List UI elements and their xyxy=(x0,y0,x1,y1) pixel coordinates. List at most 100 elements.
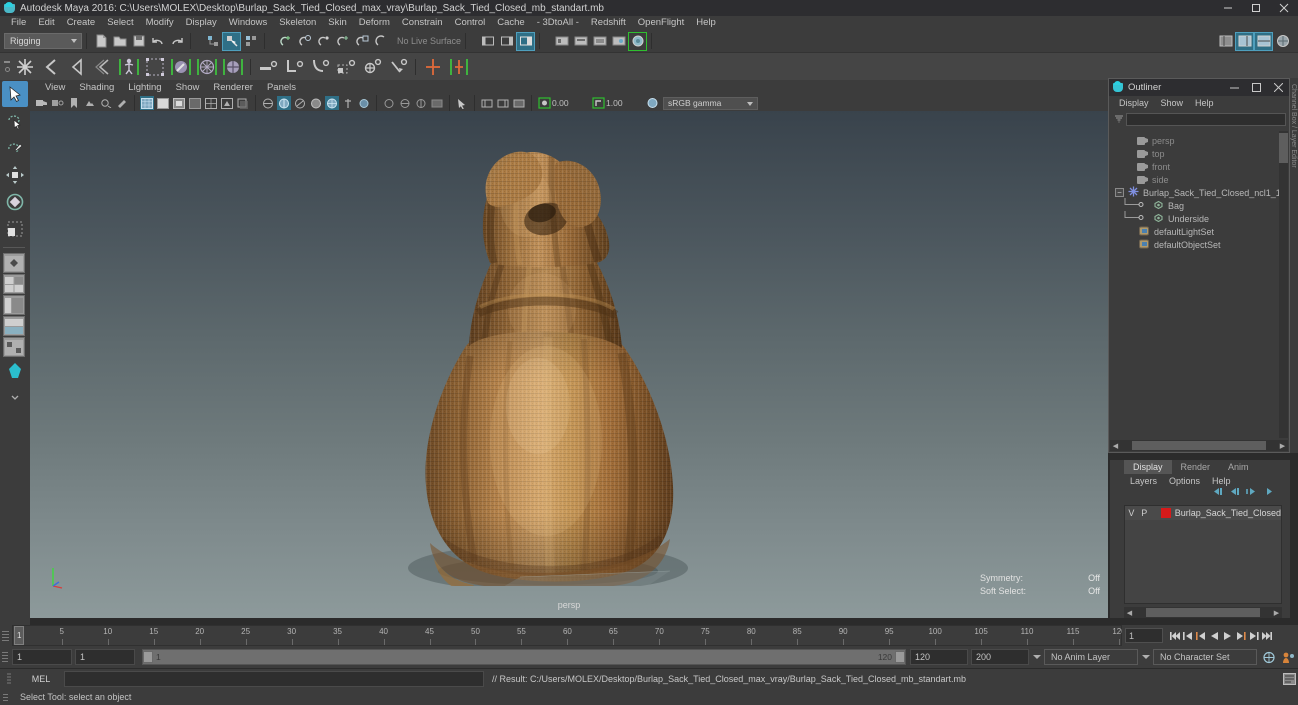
scrollbar-thumb[interactable] xyxy=(1132,441,1266,450)
layer-menu-help[interactable]: Help xyxy=(1206,474,1237,488)
menu-constrain[interactable]: Constrain xyxy=(396,16,449,30)
layer-menu-options[interactable]: Options xyxy=(1163,474,1206,488)
render-current-frame-icon[interactable] xyxy=(553,33,570,50)
chevron-down-icon[interactable] xyxy=(1141,654,1151,660)
texture-filtering-icon[interactable] xyxy=(341,96,355,110)
outliner-menu-show[interactable]: Show xyxy=(1155,96,1190,110)
pole-vector-constraint-icon[interactable] xyxy=(386,55,410,79)
layout-single-perspective-icon[interactable] xyxy=(3,253,25,273)
scroll-right-icon[interactable]: ▶ xyxy=(1277,440,1288,451)
close-button[interactable] xyxy=(1270,0,1298,16)
menu-select[interactable]: Select xyxy=(101,16,139,30)
outliner-item-top[interactable]: top xyxy=(1109,147,1279,160)
viewport-menu-renderer[interactable]: Renderer xyxy=(206,81,260,95)
menu-skin[interactable]: Skin xyxy=(322,16,352,30)
viewport-menu-lighting[interactable]: Lighting xyxy=(121,81,168,95)
layer-visibility-toggle[interactable]: V xyxy=(1125,508,1138,518)
menu-redshift[interactable]: Redshift xyxy=(585,16,632,30)
toggle-film-gate-icon[interactable] xyxy=(414,96,428,110)
menu-openflight[interactable]: OpenFlight xyxy=(632,16,690,30)
outliner-item-underside[interactable]: Underside xyxy=(1109,211,1279,225)
outliner-minimize-button[interactable] xyxy=(1223,79,1245,96)
menu-3dtoall[interactable]: - 3DtoAll - xyxy=(531,16,585,30)
make-live-icon[interactable] xyxy=(373,33,390,50)
camera-attributes-icon[interactable] xyxy=(51,96,65,110)
3d-viewport[interactable]: persp Symmetry: Off Soft Select: Off xyxy=(30,111,1108,618)
exposure-value[interactable]: 0.00 xyxy=(552,97,586,109)
menu-cache[interactable]: Cache xyxy=(491,16,530,30)
create-layer-from-selected-icon[interactable] xyxy=(1263,487,1274,499)
expand-collapse-icon[interactable]: − xyxy=(1115,188,1124,197)
minimize-button[interactable] xyxy=(1214,0,1242,16)
cluster-deformer-icon[interactable] xyxy=(221,55,245,79)
color-space-icon[interactable] xyxy=(645,96,659,110)
lighting-use-all-icon[interactable] xyxy=(220,96,234,110)
layer-list[interactable]: V P Burlap_Sack_Tied_Closed xyxy=(1124,505,1282,604)
animation-end-time-field[interactable]: 200 xyxy=(971,649,1029,665)
new-scene-icon[interactable] xyxy=(92,33,109,50)
step-forward-frame-icon[interactable] xyxy=(1234,628,1247,644)
outliner-close-button[interactable] xyxy=(1267,79,1289,96)
mirror-joint-icon[interactable] xyxy=(421,55,445,79)
tab-render[interactable]: Render xyxy=(1171,460,1220,474)
snap-point-icon[interactable] xyxy=(316,33,333,50)
menu-modify[interactable]: Modify xyxy=(140,16,180,30)
menu-deform[interactable]: Deform xyxy=(353,16,396,30)
go-to-end-icon[interactable] xyxy=(1260,628,1273,644)
show-attribute-editor-icon[interactable] xyxy=(479,33,496,50)
menu-display[interactable]: Display xyxy=(180,16,223,30)
character-set-select[interactable]: No Character Set xyxy=(1153,649,1257,665)
playback-start-time-field[interactable]: 1 xyxy=(75,649,135,665)
gamma-value[interactable]: 1.00 xyxy=(606,97,640,109)
animation-start-time-field[interactable]: 1 xyxy=(12,649,72,665)
current-frame-field[interactable]: 1 xyxy=(1125,628,1163,643)
layer-move-up-icon[interactable] xyxy=(1212,487,1223,499)
select-component-icon[interactable] xyxy=(242,33,259,50)
select-hierarchy-icon[interactable] xyxy=(204,33,221,50)
scroll-left-icon[interactable]: ◀ xyxy=(1110,440,1121,451)
redo-icon[interactable] xyxy=(168,33,185,50)
wireframe-on-shaded-icon[interactable] xyxy=(188,96,202,110)
smooth-shade-all-icon[interactable] xyxy=(156,96,170,110)
resolution-gate-icon[interactable] xyxy=(430,96,444,110)
menu-windows[interactable]: Windows xyxy=(223,16,274,30)
hypershade-icon[interactable] xyxy=(628,31,648,51)
go-to-start-icon[interactable] xyxy=(1169,628,1182,644)
script-editor-icon[interactable] xyxy=(1280,671,1298,687)
range-end-handle[interactable] xyxy=(895,651,905,663)
shaded-material-icon[interactable] xyxy=(325,96,339,110)
outliner-item-defaultlightset[interactable]: defaultLightSet xyxy=(1109,225,1279,238)
outliner-item-front[interactable]: front xyxy=(1109,160,1279,173)
snap-curve-icon[interactable] xyxy=(297,33,314,50)
layout-outliner-persp-icon[interactable] xyxy=(3,295,25,315)
current-time-indicator[interactable]: 1 xyxy=(14,626,24,645)
snap-projected-center-icon[interactable] xyxy=(335,33,352,50)
outliner-vertical-scrollbar[interactable] xyxy=(1279,131,1288,438)
scroll-right-icon[interactable]: ▶ xyxy=(1271,607,1282,618)
outliner-tree[interactable]: persp top front side − Burlap_Sack_Tied_… xyxy=(1109,131,1279,438)
layer-row[interactable]: V P Burlap_Sack_Tied_Closed xyxy=(1125,506,1281,520)
toolbox-more-icon[interactable] xyxy=(2,385,28,411)
scrollbar-thumb[interactable] xyxy=(1279,133,1288,163)
viewport-menu-panels[interactable]: Panels xyxy=(260,81,303,95)
ik-handle-tool-icon[interactable] xyxy=(39,55,63,79)
toggle-model-panel-icon[interactable] xyxy=(1217,33,1234,50)
tab-anim[interactable]: Anim xyxy=(1219,460,1258,474)
mirror-skin-weights-icon[interactable] xyxy=(447,55,471,79)
range-start-handle[interactable] xyxy=(143,651,153,663)
bind-skin-icon[interactable] xyxy=(117,55,141,79)
paint-selection-tool[interactable] xyxy=(2,135,28,161)
textured-mode-icon[interactable] xyxy=(204,96,218,110)
layer-color-swatch[interactable] xyxy=(1160,508,1171,518)
lasso-tool[interactable] xyxy=(2,108,28,134)
smooth-bind-icon[interactable] xyxy=(143,55,167,79)
create-empty-layer-icon[interactable] xyxy=(1246,487,1257,499)
menu-file[interactable]: File xyxy=(5,16,32,30)
exposure-icon[interactable] xyxy=(537,96,551,110)
snap-grid-icon[interactable] xyxy=(278,33,295,50)
toggle-tool-panel-icon[interactable] xyxy=(1254,31,1273,51)
isolate-select-icon[interactable] xyxy=(382,96,396,110)
channel-box-side-tab[interactable]: Channel Box / Layer Editor xyxy=(1290,78,1298,453)
color-management-select[interactable]: sRGB gamma xyxy=(663,96,758,110)
help-line-grip[interactable] xyxy=(0,690,12,704)
